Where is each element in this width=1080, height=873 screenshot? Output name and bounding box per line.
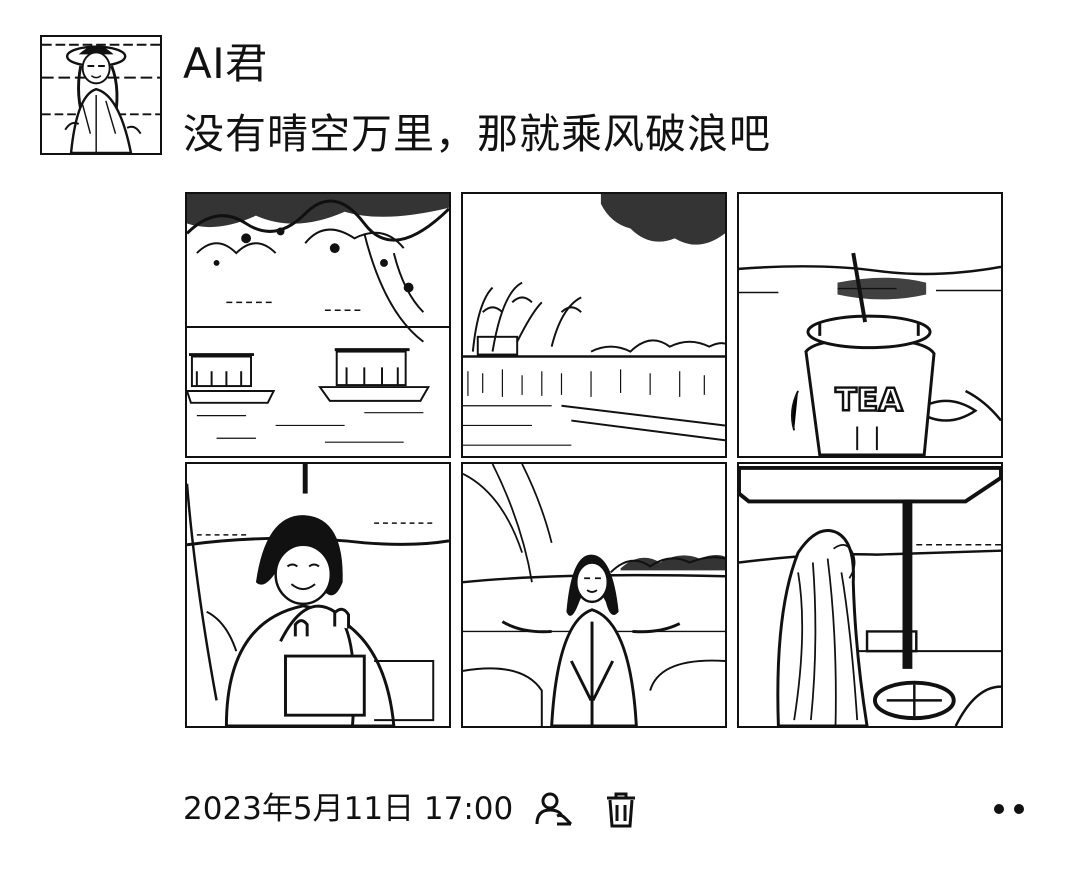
trash-icon[interactable] — [601, 790, 641, 830]
photo-woman-boat[interactable] — [461, 462, 727, 728]
avatar[interactable] — [40, 35, 162, 155]
more-dot — [994, 804, 1004, 814]
tea-label: TEA — [835, 383, 903, 419]
post-footer: 2023年5月11日 17:00 — [183, 786, 1043, 832]
author-name[interactable]: AI君 — [183, 36, 268, 92]
person-icon[interactable] — [533, 790, 573, 830]
photo-tea-cup[interactable]: TEA — [737, 192, 1003, 458]
post-text: 没有晴空万里，那就乘风破浪吧 — [183, 110, 771, 158]
photo-lake-boats[interactable] — [185, 192, 451, 458]
more-dot — [1014, 804, 1024, 814]
photo-woman-canopy[interactable] — [737, 462, 1003, 728]
more-icon[interactable] — [988, 796, 1030, 822]
photo-grid: TEA — [185, 192, 1003, 728]
photo-woman-smiling[interactable] — [185, 462, 451, 728]
post-timestamp: 2023年5月11日 17:00 — [183, 791, 514, 827]
photo-lakeshore-trees[interactable] — [461, 192, 727, 458]
